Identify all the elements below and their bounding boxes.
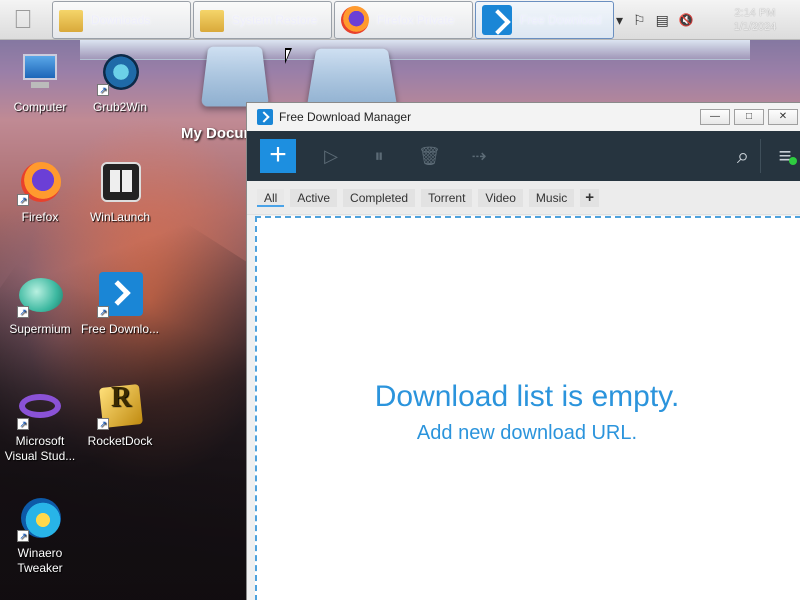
folder-icon (59, 6, 83, 34)
shortcut-arrow-icon: ↗ (97, 418, 109, 430)
task-label: Firefox Private (377, 13, 455, 27)
dock-folder-icon[interactable] (306, 48, 398, 109)
desktop-icon-free-download-manager[interactable]: ↗ Free Downlo... (80, 272, 160, 337)
task-label: Free Download (520, 13, 602, 27)
icon-label: Computer (13, 100, 67, 114)
filter-video[interactable]: Video (478, 188, 523, 207)
shortcut-arrow-icon: ↗ (17, 530, 29, 542)
folder-icon (200, 6, 224, 34)
move-folder-icon[interactable]: ⇢ (468, 145, 490, 167)
status-dot (789, 157, 797, 165)
add-download-button[interactable]: + (260, 139, 296, 173)
dock-folder-icon[interactable] (200, 46, 270, 107)
desktop-icon-rocketdock[interactable]: R ↗ RocketDock (80, 384, 160, 449)
icon-label: RocketDock (87, 434, 153, 448)
filter-music[interactable]: Music (528, 188, 575, 207)
icon-label: Firefox (21, 210, 59, 224)
icon-label: WinLaunch (89, 210, 151, 224)
desktop-icon-computer[interactable]: Computer (0, 50, 80, 115)
empty-list-subtitle[interactable]: Add new download URL. (257, 422, 797, 445)
rocketdock-shelf (80, 40, 750, 60)
desktop-icon-visual-studio[interactable]: ↗ Microsoft Visual Stud... (0, 384, 80, 464)
firefox-icon (341, 6, 369, 34)
desktop-icon-firefox[interactable]: ↗ Firefox (0, 160, 80, 225)
filter-bar: All Active Completed Torrent Video Music… (247, 181, 800, 215)
fdm-icon (482, 5, 512, 35)
icon-label: Winaero Tweaker (17, 546, 63, 575)
apple-start-icon[interactable]:  (6, 4, 40, 34)
fdm-toolbar: + ▷ ⏸ 🗑 ⇢ ⌕ ≡ (247, 131, 800, 181)
taskbar-task-free-download-manager[interactable]: Free Download (475, 1, 614, 39)
tray-clock[interactable]: 2:14 PM 1/1/2024 (720, 6, 790, 34)
mouse-cursor-icon (285, 48, 292, 64)
grub2win-icon: ↗ (97, 50, 143, 96)
volume-muted-icon[interactable]: 🔇 (679, 13, 694, 27)
system-tray: ▾ ⚐ ▤ 🔇 (616, 6, 694, 34)
shortcut-arrow-icon: ↗ (17, 306, 29, 318)
supermium-icon: ↗ (17, 272, 63, 318)
taskbar-task-firefox[interactable]: Firefox Private (334, 1, 473, 39)
clock-date: 1/1/2024 (733, 21, 777, 33)
clock-time: 2:14 PM (734, 7, 776, 19)
icon-label: Microsoft Visual Stud... (4, 434, 76, 463)
fdm-icon (257, 109, 273, 125)
window-title: Free Download Manager (279, 110, 412, 124)
winlaunch-icon (97, 160, 143, 206)
desktop-icon-winlaunch[interactable]: WinLaunch (80, 160, 160, 225)
visual-studio-icon: ↗ (17, 384, 63, 430)
add-filter-button[interactable]: + (580, 188, 600, 207)
flag-icon[interactable]: ⚐ (633, 12, 646, 29)
taskbar:  Downloads System Restore Firefox Priva… (0, 0, 800, 40)
winaero-icon: ↗ (17, 496, 63, 542)
maximize-button[interactable]: □ (734, 109, 764, 125)
minimize-button[interactable]: — (700, 109, 730, 125)
shortcut-arrow-icon: ↗ (97, 84, 109, 96)
icon-label: Grub2Win (92, 100, 148, 114)
tray-expand-icon[interactable]: ▾ (616, 12, 623, 29)
icon-label: Supermium (9, 322, 71, 336)
filter-all[interactable]: All (257, 188, 285, 207)
shortcut-arrow-icon: ↗ (17, 418, 29, 430)
filter-torrent[interactable]: Torrent (421, 188, 473, 207)
download-list-dropzone[interactable]: Download list is empty. Add new download… (255, 216, 800, 600)
window-titlebar[interactable]: Free Download Manager — □ ✕ (247, 103, 800, 131)
trash-icon[interactable]: 🗑 (418, 145, 441, 167)
taskbar-task-system-restore[interactable]: System Restore (193, 1, 332, 39)
taskbar-task-downloads[interactable]: Downloads (52, 1, 191, 39)
window-controls: — □ ✕ (700, 109, 798, 125)
shortcut-arrow-icon: ↗ (97, 306, 109, 318)
network-icon[interactable]: ▤ (656, 12, 669, 29)
desktop-icon-winaero-tweaker[interactable]: ↗ Winaero Tweaker (0, 496, 80, 576)
shortcut-arrow-icon: ↗ (17, 194, 29, 206)
fdm-icon: ↗ (97, 272, 143, 318)
start-icon[interactable]: ▷ (320, 145, 342, 167)
task-label: System Restore (232, 13, 318, 27)
close-button[interactable]: ✕ (768, 109, 798, 125)
task-label: Downloads (91, 13, 151, 27)
pause-icon[interactable]: ⏸ (368, 145, 390, 167)
rocketdock-icon: R ↗ (97, 384, 143, 430)
filter-active[interactable]: Active (290, 188, 338, 207)
search-icon[interactable]: ⌕ (732, 145, 754, 167)
computer-icon (17, 50, 63, 96)
filter-completed[interactable]: Completed (343, 188, 416, 207)
empty-list-title: Download list is empty. (374, 380, 680, 413)
fdm-window: Free Download Manager — □ ✕ + ▷ ⏸ 🗑 ⇢ ⌕ … (246, 102, 800, 600)
desktop-icon-supermium[interactable]: ↗ Supermium (0, 272, 80, 337)
desktop-icon-grub2win[interactable]: ↗ Grub2Win (80, 50, 160, 115)
icon-label: Free Downlo... (80, 322, 160, 336)
firefox-icon: ↗ (17, 160, 63, 206)
toolbar-divider (760, 139, 761, 173)
